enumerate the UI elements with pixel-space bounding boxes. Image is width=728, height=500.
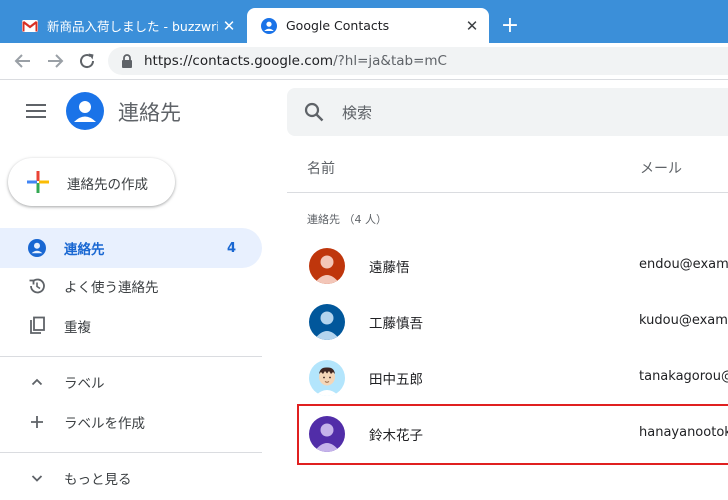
sidebar-item-label: ラベルを作成 bbox=[64, 416, 145, 432]
sidebar-item-label: 重複 bbox=[64, 320, 91, 336]
contact-row[interactable]: 遠藤悟 endou@examp bbox=[287, 238, 728, 294]
person-icon bbox=[28, 239, 46, 257]
sidebar-item-frequent[interactable]: よく使う連絡先 bbox=[0, 266, 262, 306]
app-header: 連絡先 検索 bbox=[0, 80, 728, 144]
new-tab-button[interactable]: + bbox=[497, 13, 523, 39]
sidebar-item-label: 連絡先 bbox=[64, 242, 105, 258]
reload-icon[interactable] bbox=[76, 50, 98, 72]
contacts-app: 連絡先 検索 連絡先の作成 連絡先 4 よく使う連絡先 重複 ラベル ラベルを作… bbox=[0, 80, 728, 500]
search-bar[interactable]: 検索 bbox=[287, 88, 728, 136]
create-contact-button[interactable]: 連絡先の作成 bbox=[8, 158, 175, 206]
sidebar-item-contacts[interactable]: 連絡先 4 bbox=[0, 228, 262, 268]
sidebar-item-labels[interactable]: ラベル bbox=[0, 362, 262, 402]
contact-row[interactable]: 鈴木花子 hanayanootok bbox=[287, 406, 728, 462]
gmail-icon bbox=[22, 19, 38, 32]
browser-window: 新商品入荷しました - buzzwriter.zz ✕ Google Conta… bbox=[0, 0, 728, 500]
forward-arrow-icon[interactable] bbox=[44, 50, 66, 72]
avatar bbox=[309, 304, 345, 340]
history-icon bbox=[29, 278, 45, 294]
avatar bbox=[309, 248, 345, 284]
header-divider bbox=[287, 192, 728, 193]
sidebar-item-more[interactable]: もっと見る bbox=[0, 458, 262, 498]
contact-email: hanayanootok bbox=[639, 425, 728, 440]
plus-icon bbox=[27, 171, 49, 193]
contact-name: 田中五郎 bbox=[369, 372, 423, 388]
back-arrow-icon[interactable] bbox=[12, 50, 34, 72]
avatar bbox=[309, 360, 345, 396]
contact-name: 鈴木花子 bbox=[369, 428, 423, 444]
contact-email: tanakagorou@ bbox=[639, 369, 728, 384]
column-header-email[interactable]: メール bbox=[640, 158, 682, 178]
sidebar-item-label: ラベル bbox=[64, 376, 105, 392]
chevron-up-icon bbox=[31, 378, 43, 386]
tab-title: Google Contacts bbox=[286, 18, 390, 33]
app-title: 連絡先 bbox=[118, 101, 181, 125]
chevron-down-icon bbox=[31, 475, 43, 482]
tab-strip: 新商品入荷しました - buzzwriter.zz ✕ Google Conta… bbox=[0, 0, 728, 43]
close-icon[interactable]: ✕ bbox=[461, 17, 483, 35]
browser-toolbar: https://contacts.google.com/?hl=ja&tab=m… bbox=[0, 43, 728, 80]
sidebar-item-create-label[interactable]: ラベルを作成 bbox=[0, 402, 262, 442]
sidebar-item-label: よく使う連絡先 bbox=[64, 280, 159, 296]
contacts-logo-icon[interactable] bbox=[66, 92, 104, 130]
create-contact-label: 連絡先の作成 bbox=[67, 177, 148, 193]
tab-contacts[interactable]: Google Contacts ✕ bbox=[247, 8, 489, 43]
contact-email: endou@examp bbox=[639, 257, 728, 272]
sidebar-item-duplicates[interactable]: 重複 bbox=[0, 306, 262, 346]
contact-row[interactable]: 工藤慎吾 kudou@examp bbox=[287, 294, 728, 350]
column-header-name[interactable]: 名前 bbox=[307, 158, 335, 178]
contact-row[interactable]: 田中五郎 tanakagorou@ bbox=[287, 350, 728, 406]
sidebar-divider bbox=[0, 452, 262, 453]
contacts-count-badge: 4 bbox=[226, 240, 236, 256]
avatar bbox=[309, 416, 345, 452]
sidebar-divider bbox=[0, 356, 262, 357]
tab-title: 新商品入荷しました - buzzwriter.zz bbox=[47, 19, 218, 34]
contacts-icon bbox=[261, 17, 277, 34]
contacts-group-label: 連絡先 （4 人） bbox=[307, 213, 387, 226]
lock-icon bbox=[122, 54, 132, 68]
menu-icon[interactable] bbox=[26, 103, 46, 119]
plus-icon bbox=[31, 416, 43, 428]
sidebar-item-label: もっと見る bbox=[64, 472, 132, 488]
address-bar[interactable]: https://contacts.google.com/?hl=ja&tab=m… bbox=[108, 47, 728, 75]
search-icon[interactable] bbox=[303, 101, 325, 123]
url-text: https://contacts.google.com/?hl=ja&tab=m… bbox=[144, 53, 447, 69]
contact-name: 工藤慎吾 bbox=[369, 316, 423, 332]
contact-email: kudou@examp bbox=[639, 313, 728, 328]
search-input[interactable]: 検索 bbox=[342, 102, 372, 123]
tab-gmail[interactable]: 新商品入荷しました - buzzwriter.zz ✕ bbox=[8, 8, 246, 43]
close-icon[interactable]: ✕ bbox=[218, 17, 240, 35]
contact-name: 遠藤悟 bbox=[369, 260, 410, 276]
duplicate-icon bbox=[30, 316, 45, 334]
